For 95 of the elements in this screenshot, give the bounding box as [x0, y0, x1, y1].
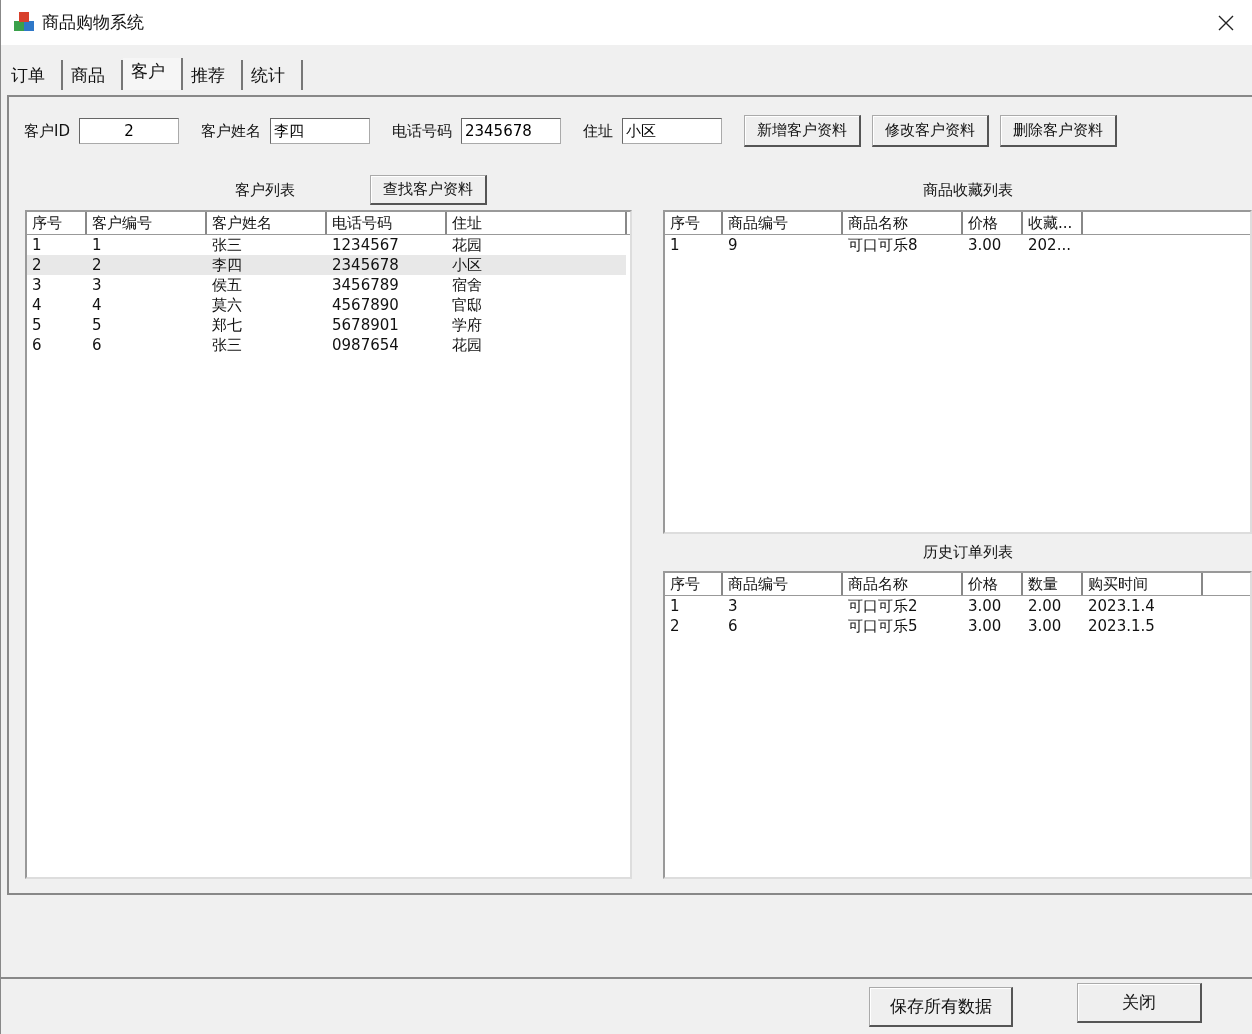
column-header[interactable]: 客户姓名: [207, 212, 327, 234]
close-icon[interactable]: [1218, 14, 1234, 31]
table-cell-text: 宿舍: [451, 275, 483, 295]
table-cell-text: 3.00: [967, 235, 1003, 255]
table-cell-text: 2023.1.5: [1087, 616, 1156, 636]
table-cell-text: 可口可乐2: [847, 596, 919, 616]
column-header[interactable]: 收藏...: [1023, 212, 1083, 234]
table-cell-text: 1234567: [331, 235, 400, 255]
column-header[interactable]: 购买时间: [1083, 573, 1203, 595]
action-button[interactable]: 修改客户资料: [872, 115, 989, 147]
table-cell-text: 李四: [211, 255, 243, 275]
table-row[interactable]: 4 4 莫六 4567890 官邸: [27, 295, 630, 315]
search-button[interactable]: 查找客户资料: [370, 175, 487, 205]
tab[interactable]: 订单: [3, 60, 63, 90]
action-button[interactable]: 删除客户资料: [1000, 115, 1117, 147]
table-cell-text: 郑七: [211, 315, 243, 335]
table-cell-text: 花园: [451, 235, 483, 255]
table-row[interactable]: 6 6 张三 0987654 花园: [27, 335, 630, 355]
table-row[interactable]: 2 6 可口可乐5 3.00 3.00 2023.1.5: [665, 616, 1250, 636]
table-cell-text: 2: [669, 616, 681, 636]
tab[interactable]: 客户: [123, 58, 183, 90]
field-label: 住址: [583, 121, 613, 141]
table-cell-text: 张三: [211, 235, 243, 255]
table-cell-text: 1: [669, 235, 681, 255]
table-cell-text: 202...: [1027, 235, 1072, 255]
column-header[interactable]: 客户编号: [87, 212, 207, 234]
table-cell-text: 1: [91, 235, 103, 255]
footer-button[interactable]: 保存所有数据: [869, 987, 1013, 1027]
column-header[interactable]: 序号: [665, 212, 723, 234]
table-cell-text: 侯五: [211, 275, 243, 295]
table-cell-text: 花园: [451, 335, 483, 355]
table-cell-text: 3.00: [1027, 616, 1063, 636]
table-cell-text: 张三: [211, 335, 243, 355]
column-header[interactable]: 数量: [1023, 573, 1083, 595]
table-cell-text: 3: [31, 275, 43, 295]
table-row[interactable]: 2 2 李四 2345678 小区: [27, 255, 626, 275]
table-row[interactable]: 1 9 可口可乐8 3.00 202...: [665, 235, 1250, 255]
table-cell-text: 4: [91, 295, 103, 315]
table-cell-text: 3.00: [967, 596, 1003, 616]
table-cell-text: 可口可乐5: [847, 616, 919, 636]
column-header[interactable]: 价格: [963, 573, 1023, 595]
table-cell-text: 6: [31, 335, 43, 355]
list-caption: 商品收藏列表: [922, 180, 1013, 200]
column-header[interactable]: 商品编号: [723, 573, 843, 595]
table-row[interactable]: 1 1 张三 1234567 花园: [27, 235, 630, 255]
column-header[interactable]: 商品编号: [723, 212, 843, 234]
table-cell-text: 3.00: [967, 616, 1003, 636]
table-cell-text: 2345678: [331, 255, 400, 275]
table-cell-text: 官邸: [451, 295, 483, 315]
tab[interactable]: 推荐: [183, 60, 243, 90]
table-cell-text: 1: [31, 235, 43, 255]
table-cell-text: 4: [31, 295, 43, 315]
field-label: 电话号码: [392, 121, 452, 141]
input-field[interactable]: 2: [79, 118, 179, 144]
list-caption: 客户列表: [235, 180, 295, 200]
table-cell-text: 6: [91, 335, 103, 355]
table-cell-text: 5678901: [331, 315, 400, 335]
field-label: 客户姓名: [201, 121, 261, 141]
column-header[interactable]: 序号: [27, 212, 87, 234]
column-header[interactable]: 商品名称: [843, 212, 963, 234]
footer-button[interactable]: 关闭: [1077, 983, 1202, 1023]
column-header[interactable]: 商品名称: [843, 573, 963, 595]
input-field[interactable]: 李四: [270, 118, 370, 144]
list-caption: 历史订单列表: [922, 543, 1013, 562]
table-cell-text: 4567890: [331, 295, 400, 315]
table-cell-text: 2: [91, 255, 103, 275]
table-cell-text: 学府: [451, 315, 483, 335]
table-cell-text: 5: [31, 315, 43, 335]
table-cell-text: 小区: [451, 255, 483, 275]
table-cell-text: 0987654: [331, 335, 400, 355]
field-label: 客户ID: [24, 121, 70, 141]
column-header[interactable]: 电话号码: [327, 212, 447, 234]
table-cell-text: 3: [727, 596, 739, 616]
table-row[interactable]: 1 3 可口可乐2 3.00 2.00 2023.1.4: [665, 596, 1250, 616]
input-field[interactable]: 2345678: [461, 118, 561, 144]
table-row[interactable]: 3 3 侯五 3456789 宿舍: [27, 275, 630, 295]
table-cell-text: 2: [31, 255, 43, 275]
input-field[interactable]: 小区: [622, 118, 722, 144]
table-cell-text: 2023.1.4: [1087, 596, 1156, 616]
table-cell-text: 5: [91, 315, 103, 335]
table-cell-text: 3456789: [331, 275, 400, 295]
table-cell-text: 可口可乐8: [847, 235, 919, 255]
column-header[interactable]: 价格: [963, 212, 1023, 234]
action-button[interactable]: 新增客户资料: [744, 115, 861, 147]
table-cell-text: 9: [727, 235, 739, 255]
table-cell-text: 莫六: [211, 295, 243, 315]
table-row[interactable]: 5 5 郑七 5678901 学府: [27, 315, 630, 335]
table-cell-text: 1: [669, 596, 681, 616]
column-header[interactable]: 住址: [447, 212, 627, 234]
column-header[interactable]: 序号: [665, 573, 723, 595]
table-cell-text: 2.00: [1027, 596, 1063, 616]
tab[interactable]: 统计: [243, 60, 303, 90]
table-cell-text: 6: [727, 616, 739, 636]
window-title: 商品购物系统: [42, 11, 145, 34]
table-cell-text: 3: [91, 275, 103, 295]
